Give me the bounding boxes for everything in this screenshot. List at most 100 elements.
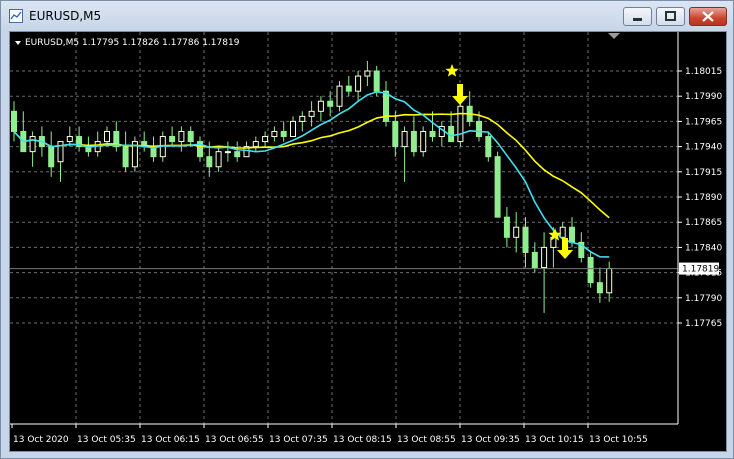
candle-body <box>364 70 371 77</box>
candle <box>606 261 613 302</box>
candle <box>345 76 352 97</box>
candle <box>410 116 417 157</box>
candle-body <box>522 226 529 253</box>
time-label: 13 Oct 05:35 <box>77 435 136 445</box>
candle <box>197 136 203 162</box>
time-label: 13 Oct 09:35 <box>461 435 520 445</box>
candle-body <box>206 156 213 168</box>
candle <box>401 126 408 182</box>
price-label: 1.17790 <box>685 294 722 304</box>
candle-body <box>373 70 380 92</box>
candle-body <box>169 136 176 143</box>
slow-moving-average-line <box>13 112 610 219</box>
candle <box>122 131 129 172</box>
minimize-icon <box>633 18 642 21</box>
candle <box>234 141 241 162</box>
candle-body <box>215 151 222 168</box>
candle <box>29 131 36 167</box>
price-label: 1.17765 <box>685 319 722 329</box>
candle-body <box>290 120 296 138</box>
candle <box>503 207 510 248</box>
candle <box>513 212 520 253</box>
candle-body <box>280 130 287 138</box>
candle-body <box>392 120 399 148</box>
candle-body <box>476 120 482 138</box>
candle-body <box>503 216 510 238</box>
candle <box>578 232 585 263</box>
time-label: 13 Oct 08:55 <box>397 435 456 445</box>
time-label: 13 Oct 06:55 <box>205 435 264 445</box>
chart-canvas[interactable]: 1.18015 1.17990 1.17965 1.17940 1.17915 1.178… <box>10 32 726 451</box>
candle <box>169 126 176 147</box>
candle <box>429 111 436 142</box>
candle <box>531 242 538 273</box>
close-button[interactable] <box>689 7 727 26</box>
candle-body <box>187 130 194 143</box>
candle-body <box>355 75 362 92</box>
current-price-label: 1.17819 <box>682 265 719 275</box>
candle <box>11 101 17 142</box>
candle-body <box>457 105 464 143</box>
time-label: 13 Oct 07:35 <box>269 435 328 445</box>
chart-shift-marker-icon[interactable] <box>608 33 620 39</box>
price-chart[interactable]: 1.18015 1.17990 1.17965 1.17940 1.17915 1.178… <box>9 31 727 452</box>
candle-body <box>513 226 520 238</box>
candle <box>420 126 427 157</box>
candle-body <box>606 268 613 294</box>
candle <box>224 141 231 162</box>
price-label: 1.17940 <box>685 143 722 153</box>
candle <box>187 126 194 147</box>
candle-body <box>224 151 231 154</box>
candle <box>141 131 148 152</box>
candle-body <box>587 256 594 284</box>
chart-menu-triangle-icon[interactable] <box>15 41 21 45</box>
down-arrow-icon[interactable] <box>452 84 468 105</box>
candle <box>66 126 73 147</box>
restore-icon <box>665 11 676 21</box>
candle-body <box>429 130 436 138</box>
candle-body <box>29 136 36 153</box>
time-label: 13 Oct 08:15 <box>333 435 392 445</box>
candle-body <box>66 136 73 143</box>
maximize-button[interactable] <box>656 7 685 26</box>
price-label: 1.17890 <box>685 193 722 203</box>
price-label: 1.17990 <box>685 92 722 102</box>
candle-body <box>494 156 501 218</box>
price-label: 1.17865 <box>685 218 722 228</box>
chart-header: EURUSD,M5 1.17795 1.17826 1.17786 1.1781… <box>25 38 240 48</box>
candle-body <box>271 130 278 138</box>
candle-body <box>569 226 575 243</box>
candle <box>485 131 492 162</box>
candle <box>299 111 306 132</box>
time-scale[interactable]: 13 Oct 2020 13 Oct 05:35 13 Oct 06:15 13 Oc… <box>11 424 648 445</box>
candle <box>587 252 594 288</box>
star-icon[interactable] <box>445 64 459 77</box>
time-label: 13 Oct 06:15 <box>141 435 200 445</box>
title-bar[interactable]: EURUSD,M5 <box>1 1 733 31</box>
candle <box>290 116 296 138</box>
candle <box>355 71 362 102</box>
candle <box>494 151 501 218</box>
candle <box>364 60 371 87</box>
price-label: 1.18015 <box>685 67 722 77</box>
candle <box>252 136 259 152</box>
time-label: 13 Oct 10:15 <box>525 435 584 445</box>
price-label: 1.17965 <box>685 117 722 127</box>
candle <box>48 131 55 177</box>
minimize-button[interactable] <box>623 7 652 26</box>
candle <box>76 126 83 152</box>
candle-body <box>559 226 566 238</box>
candle <box>178 126 185 152</box>
time-label: 13 Oct 10:55 <box>589 435 648 445</box>
candle-body <box>299 115 306 122</box>
candle-body <box>596 282 603 294</box>
candle-body <box>48 146 55 168</box>
candle-body <box>104 130 110 143</box>
price-label: 1.17840 <box>685 243 722 253</box>
price-scale[interactable]: 1.18015 1.17990 1.17965 1.17940 1.17915 1.178… <box>678 67 722 329</box>
candle-body <box>122 146 129 168</box>
candle-body <box>336 85 343 107</box>
candle-body <box>317 100 324 112</box>
candle <box>113 121 120 152</box>
candle <box>280 121 287 142</box>
